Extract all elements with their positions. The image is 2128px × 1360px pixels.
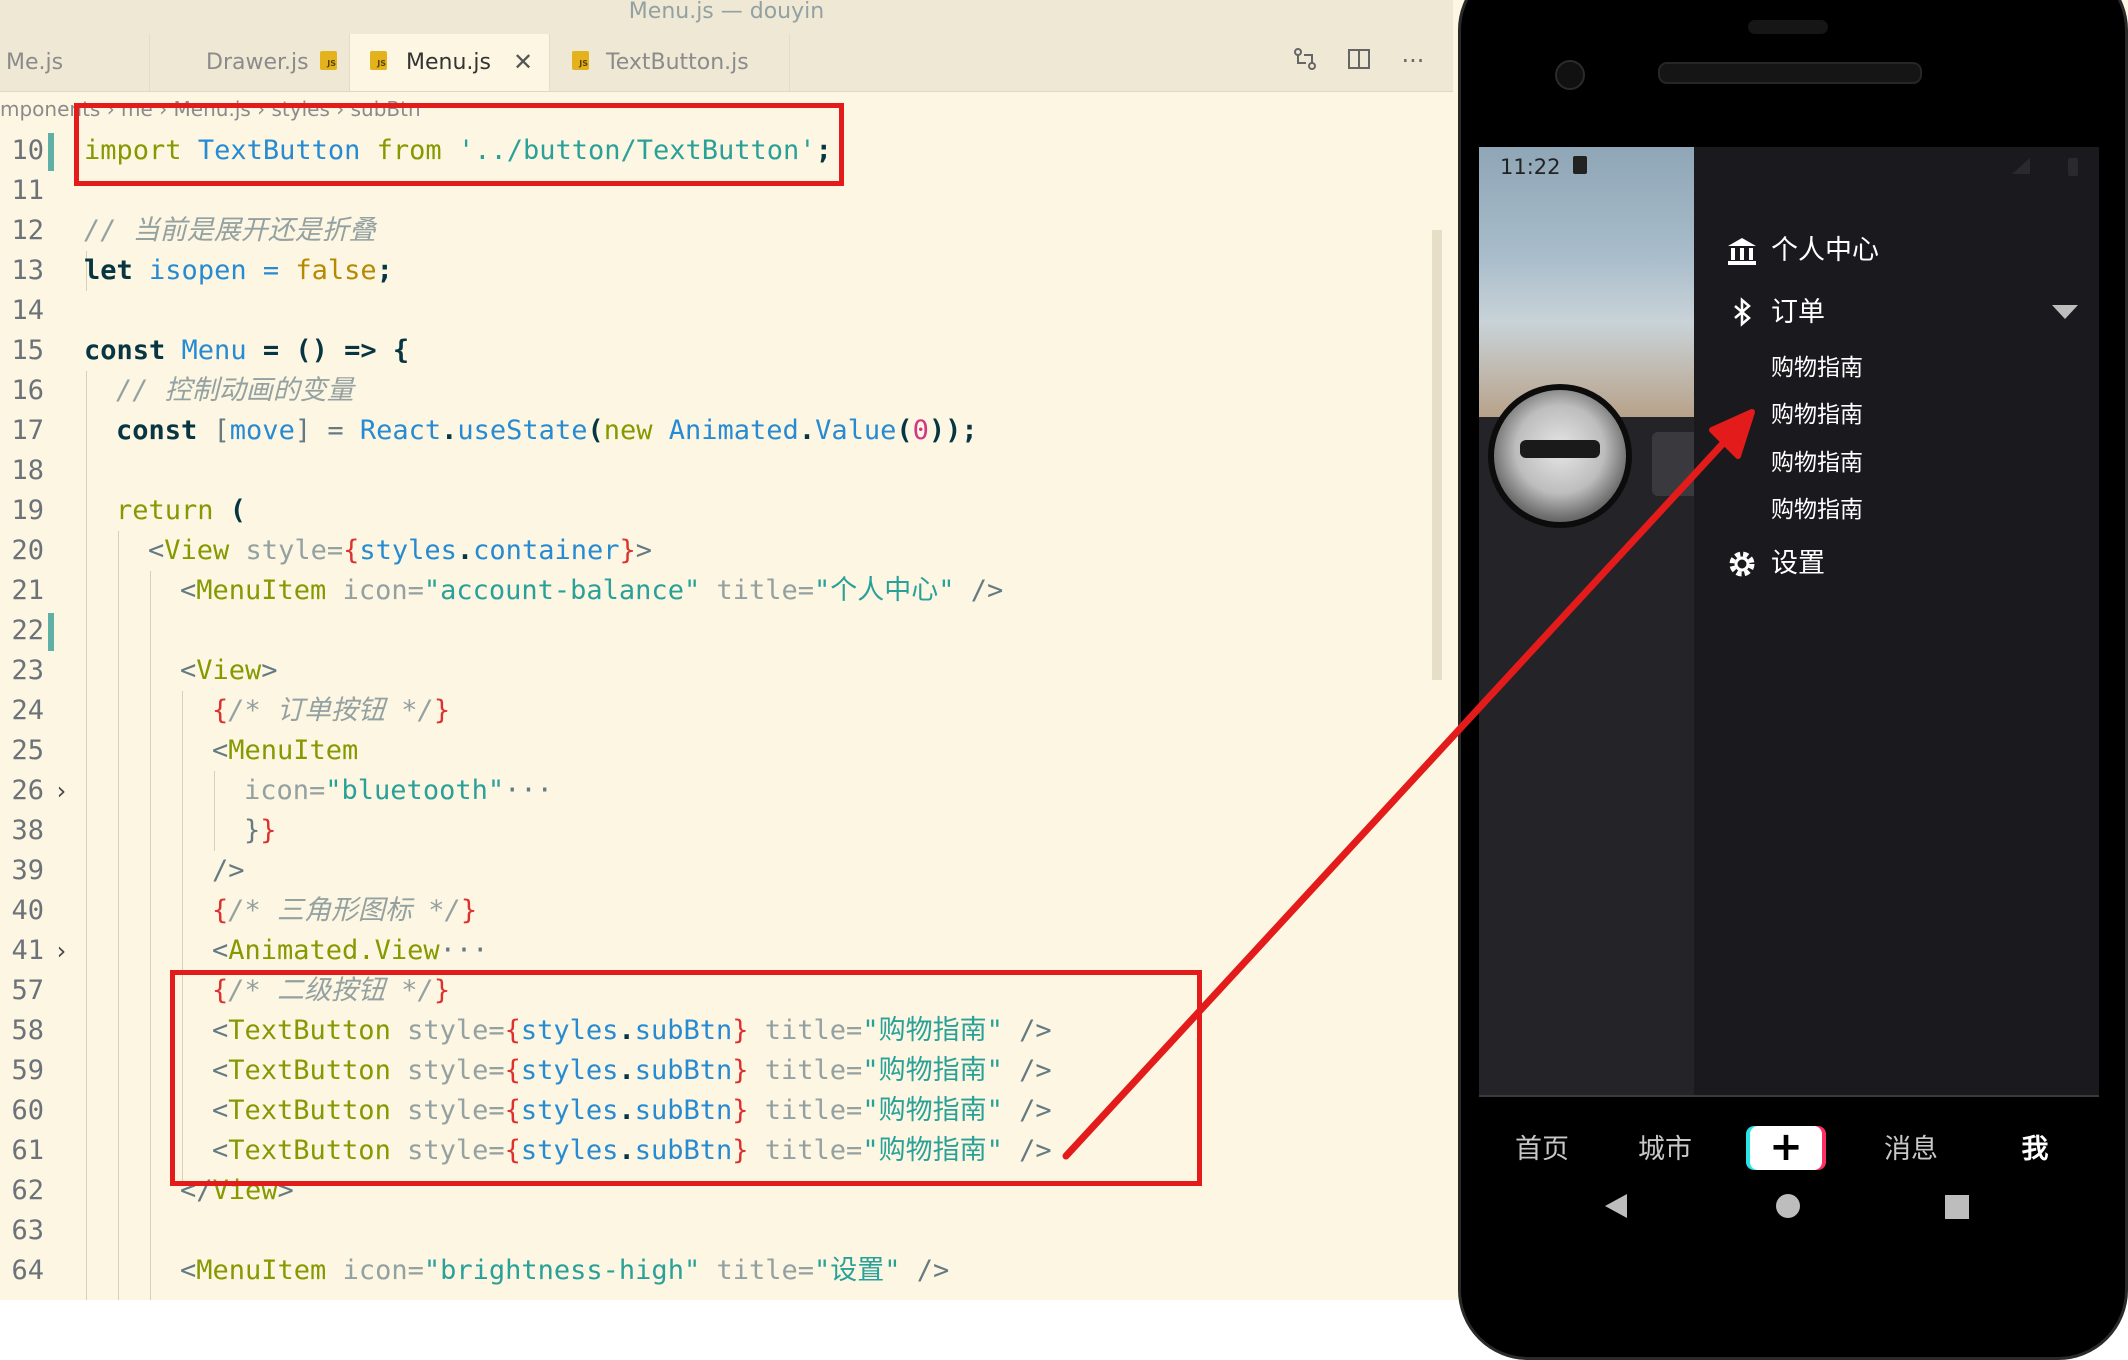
camera-icon bbox=[1555, 60, 1585, 90]
line-number: 39 bbox=[11, 855, 44, 886]
status-time: 11:22 bbox=[1500, 155, 1561, 179]
code-line: return ( bbox=[116, 495, 247, 526]
annotation-box-import bbox=[74, 103, 844, 186]
line-number: 41 bbox=[11, 935, 44, 966]
sub-button-guide[interactable]: 购物指南 bbox=[1771, 395, 1863, 435]
indent-guide bbox=[86, 371, 87, 1300]
line-number: 20 bbox=[11, 535, 44, 566]
git-change-marker bbox=[48, 133, 54, 171]
code-line: <MenuItem bbox=[212, 735, 359, 766]
sub-button-guide[interactable]: 购物指南 bbox=[1771, 490, 1863, 530]
publish-button[interactable]: + bbox=[1750, 1126, 1822, 1170]
line-number: 22 bbox=[11, 615, 44, 646]
phone-top-sensor bbox=[1748, 20, 1828, 34]
speaker-grille bbox=[1658, 62, 1922, 84]
code-line: <Animated.View··· bbox=[212, 935, 489, 966]
annotation-box-textbuttons bbox=[170, 970, 1202, 1186]
line-number: 64 bbox=[11, 1255, 44, 1286]
line-number: 14 bbox=[11, 295, 44, 326]
git-change-marker bbox=[48, 613, 54, 651]
line-number: 18 bbox=[11, 455, 44, 486]
line-number: 16 bbox=[11, 375, 44, 406]
avatar-blindfold bbox=[1520, 440, 1600, 458]
sub-button-guide[interactable]: 购物指南 bbox=[1771, 348, 1863, 388]
back-icon[interactable] bbox=[1603, 1192, 1629, 1220]
tab-messages[interactable]: 消息 bbox=[1866, 1128, 1956, 1172]
indent-guide bbox=[118, 531, 119, 1300]
bluetooth-icon bbox=[1725, 296, 1759, 330]
line-number: 11 bbox=[11, 175, 44, 206]
line-number: 25 bbox=[11, 735, 44, 766]
code-line: <MenuItem icon="account-balance" title="… bbox=[180, 575, 1004, 606]
code-line: <View> bbox=[180, 655, 278, 686]
line-number: 17 bbox=[11, 415, 44, 446]
line-number: 59 bbox=[11, 1055, 44, 1086]
indent-guide bbox=[214, 771, 215, 851]
sub-button-guide[interactable]: 购物指南 bbox=[1771, 443, 1863, 483]
line-number: 40 bbox=[11, 895, 44, 926]
line-number: 10 bbox=[11, 135, 44, 166]
code-line: {/* 订单按钮 */} bbox=[212, 695, 451, 726]
code-line: // 当前是展开还是折叠 bbox=[84, 215, 376, 246]
line-number: 57 bbox=[11, 975, 44, 1006]
line-number: 15 bbox=[11, 335, 44, 366]
line-number: 63 bbox=[11, 1215, 44, 1246]
recents-icon[interactable] bbox=[1945, 1195, 1969, 1219]
code-line: // 控制动画的变量 bbox=[116, 375, 354, 406]
home-icon[interactable] bbox=[1774, 1192, 1802, 1220]
bank-icon bbox=[1725, 234, 1759, 268]
tabbar-divider bbox=[1479, 1095, 2099, 1097]
cover-background-image bbox=[1479, 147, 1694, 417]
line-number: 38 bbox=[11, 815, 44, 846]
drawer-menu bbox=[1694, 147, 2099, 1097]
menu-item-orders[interactable]: 订单 bbox=[1771, 288, 1825, 338]
line-number: 21 bbox=[11, 575, 44, 606]
fold-chevron-icon[interactable]: › bbox=[54, 771, 68, 811]
code-line: <View style={styles.container}> bbox=[148, 535, 653, 566]
settings-icon bbox=[1725, 547, 1759, 581]
code-line: icon="bluetooth"··· bbox=[244, 775, 553, 806]
line-number: 12 bbox=[11, 215, 44, 246]
line-number: 61 bbox=[11, 1135, 44, 1166]
code-line: <MenuItem icon="brightness-high" title="… bbox=[180, 1255, 950, 1286]
line-number: 23 bbox=[11, 655, 44, 686]
sim-card-icon bbox=[1573, 156, 1587, 174]
code-line: {/* 三角形图标 */} bbox=[212, 895, 478, 926]
line-number: 24 bbox=[11, 695, 44, 726]
code-line: let isopen = false; bbox=[84, 255, 393, 286]
line-number: 58 bbox=[11, 1015, 44, 1046]
tab-city[interactable]: 城市 bbox=[1620, 1128, 1710, 1172]
tab-me[interactable]: 我 bbox=[1990, 1128, 2080, 1172]
line-number: 62 bbox=[11, 1175, 44, 1206]
line-number: 60 bbox=[11, 1095, 44, 1126]
indent-guide bbox=[150, 571, 151, 1300]
signal-battery-icon bbox=[2012, 158, 2078, 176]
profile-button[interactable] bbox=[1652, 432, 1694, 496]
expand-triangle-icon[interactable] bbox=[2052, 305, 2078, 319]
line-number: 19 bbox=[11, 495, 44, 526]
code-editor: Menu.js — douyin Me.js JS Drawer.js JS M… bbox=[0, 0, 1453, 1300]
menu-item-profile[interactable]: 个人中心 bbox=[1771, 226, 1879, 276]
fold-chevron-icon[interactable]: › bbox=[54, 931, 68, 971]
line-number: 26 bbox=[11, 775, 44, 806]
code-line: /> bbox=[212, 855, 245, 886]
code-line: const Menu = () => { bbox=[84, 335, 410, 366]
code-line: }} bbox=[244, 815, 277, 846]
code-line: const [move] = React.useState(new Animat… bbox=[116, 415, 978, 446]
tab-home[interactable]: 首页 bbox=[1497, 1128, 1587, 1172]
menu-item-settings[interactable]: 设置 bbox=[1771, 539, 1825, 589]
line-number: 13 bbox=[11, 255, 44, 286]
plus-icon: + bbox=[1769, 1124, 1803, 1170]
